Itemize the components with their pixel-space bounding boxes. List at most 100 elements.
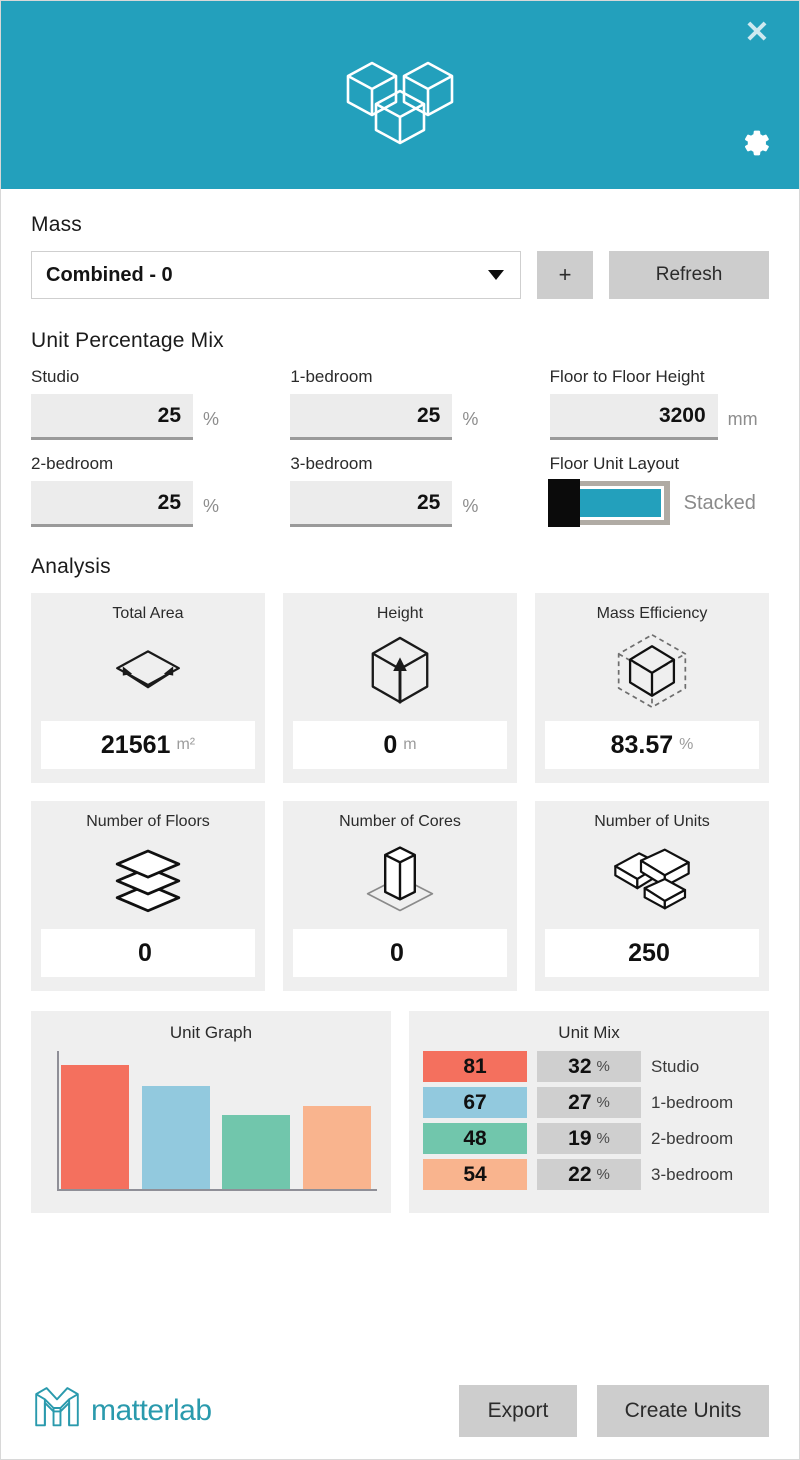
unit-mix-row: 67 27% 1-bedroom (423, 1087, 755, 1118)
field-label: Studio (31, 367, 80, 386)
refresh-button[interactable]: Refresh (609, 251, 769, 299)
core-column-icon (358, 837, 442, 921)
unit-percentage-grid: Studio 25 % 1-bedroom 25 % Floor to Floo… (31, 367, 769, 527)
card-value: 83.57 (610, 730, 674, 759)
field-label: Floor to Floor Height (549, 367, 705, 386)
unit-mix-percent-value: 22 (568, 1162, 592, 1186)
brand-name: matterlab (91, 1393, 212, 1427)
card-value-box: 21561 m² (41, 721, 255, 769)
card-title: Total Area (112, 605, 184, 622)
card-value-box: 0 (293, 929, 507, 977)
cube-up-arrow-icon (365, 629, 435, 713)
stacked-boxes-icon (608, 837, 696, 921)
matterlab-m-icon (31, 1382, 83, 1439)
footer-buttons: Export Create Units (459, 1384, 769, 1437)
toggle-thumb[interactable] (547, 479, 580, 527)
card-number-of-cores: Number of Cores 0 (283, 801, 517, 991)
field-floor-to-floor-height: Floor to Floor Height 3200 mm (549, 367, 769, 440)
card-value: 0 (383, 730, 398, 759)
field-label: Floor Unit Layout (549, 454, 680, 473)
stacked-plates-icon (106, 837, 190, 921)
app-body: Mass Combined - 0 + Refresh Unit Percent… (1, 189, 799, 1368)
chart-bar (141, 1086, 210, 1189)
chart-bar (302, 1106, 371, 1189)
unit-mix-row: 81 32% Studio (423, 1051, 755, 1082)
three-cubes-icon (340, 43, 460, 151)
card-mass-efficiency: Mass Efficiency 83.57 % (535, 593, 769, 783)
unit-mix-percent-value: 19 (568, 1126, 592, 1150)
card-title: Number of Cores (339, 813, 461, 830)
unit-mix-count: 67 (423, 1087, 527, 1118)
mass-row: Combined - 0 + Refresh (31, 251, 769, 299)
card-value: 250 (628, 938, 670, 967)
field-unit: % (462, 496, 479, 516)
area-diamond-arrow-icon (106, 629, 190, 713)
unit-mix-title: Unit Mix (558, 1023, 620, 1042)
chevron-down-icon (488, 270, 504, 280)
unit-mix-percent: 27% (537, 1087, 641, 1118)
unit-mix-percent: 22% (537, 1159, 641, 1190)
card-number-of-floors: Number of Floors 0 (31, 801, 265, 991)
unit-mix-row: 54 22% 3-bedroom (423, 1159, 755, 1190)
one-bedroom-percent-input[interactable]: 25 (290, 394, 453, 440)
unit-mix-count: 54 (423, 1159, 527, 1190)
mass-select[interactable]: Combined - 0 (31, 251, 521, 299)
mass-section-title: Mass (31, 213, 82, 236)
field-label: 2-bedroom (31, 454, 114, 473)
field-unit: % (203, 409, 220, 429)
unit-graph-chart (45, 1051, 377, 1199)
field-1-bedroom: 1-bedroom 25 % (290, 367, 509, 440)
unit-mix-percent-symbol: % (596, 1094, 610, 1111)
card-unit: m (403, 736, 417, 753)
unit-mix-panel: Unit Mix 81 32% Studio 67 27% 1-bedroom 48 19% 2… (409, 1011, 769, 1213)
chart-y-axis (57, 1051, 59, 1191)
card-total-area: Total Area 21561 m² (31, 593, 265, 783)
add-mass-button[interactable]: + (537, 251, 593, 299)
create-units-button[interactable]: Create Units (597, 1384, 769, 1437)
chart-bar (222, 1115, 291, 1189)
floor-unit-layout-state: Stacked (683, 491, 756, 514)
dashed-cube-icon (611, 629, 693, 713)
unit-mix-percent: 32% (537, 1051, 641, 1082)
unit-mix-label: 1-bedroom (651, 1092, 734, 1112)
brand: matterlab (31, 1382, 212, 1439)
unit-graph-title: Unit Graph (169, 1023, 253, 1042)
unit-mix-count: 81 (423, 1051, 527, 1082)
floor-height-input[interactable]: 3200 (549, 394, 718, 440)
card-value: 0 (390, 938, 404, 967)
card-number-of-units: Number of Units 250 (535, 801, 769, 991)
field-studio: Studio 25 % (31, 367, 250, 440)
app-window: ✕ Mass Combined - 0 + Refresh Unit Perce… (0, 0, 800, 1460)
close-icon[interactable]: ✕ (737, 13, 777, 53)
floor-unit-layout-toggle[interactable] (547, 479, 670, 527)
gear-icon[interactable] (735, 123, 775, 163)
card-height: Height 0 m (283, 593, 517, 783)
card-value-box: 0 m (293, 721, 507, 769)
unit-mix-percent-symbol: % (596, 1058, 610, 1075)
unit-mix-percent-value: 27 (568, 1090, 592, 1114)
unit-mix-label: 2-bedroom (651, 1128, 734, 1148)
app-header: ✕ (1, 1, 799, 189)
card-title: Height (376, 605, 424, 622)
studio-percent-input[interactable]: 25 (31, 394, 193, 440)
export-button[interactable]: Export (459, 1384, 577, 1437)
mass-select-value: Combined - 0 (46, 263, 173, 286)
card-unit: % (679, 736, 694, 753)
card-value-box: 83.57 % (545, 721, 759, 769)
chart-bar (61, 1064, 130, 1189)
unit-mix-percent-value: 32 (568, 1054, 592, 1078)
card-value: 0 (138, 938, 152, 967)
unit-mix-count: 48 (423, 1123, 527, 1154)
field-unit: mm (727, 409, 758, 429)
unit-mix-table: 81 32% Studio 67 27% 1-bedroom 48 19% 2-bedroom 5… (423, 1051, 755, 1190)
unit-mix-label: Studio (651, 1056, 700, 1076)
chart-bars (61, 1051, 371, 1189)
graph-row: Unit Graph Unit Mix 81 32% Studio 67 27% 1-be… (31, 1011, 769, 1213)
field-label: 3-bedroom (290, 454, 373, 473)
three-bedroom-percent-input[interactable]: 25 (290, 481, 453, 527)
two-bedroom-percent-input[interactable]: 25 (31, 481, 193, 527)
field-label: 1-bedroom (290, 367, 373, 386)
unit-mix-percent: 19% (537, 1123, 641, 1154)
unit-mix-row: 48 19% 2-bedroom (423, 1123, 755, 1154)
analysis-cards-grid: Total Area 21561 m² Height 0 m Mass Effi… (31, 593, 769, 991)
